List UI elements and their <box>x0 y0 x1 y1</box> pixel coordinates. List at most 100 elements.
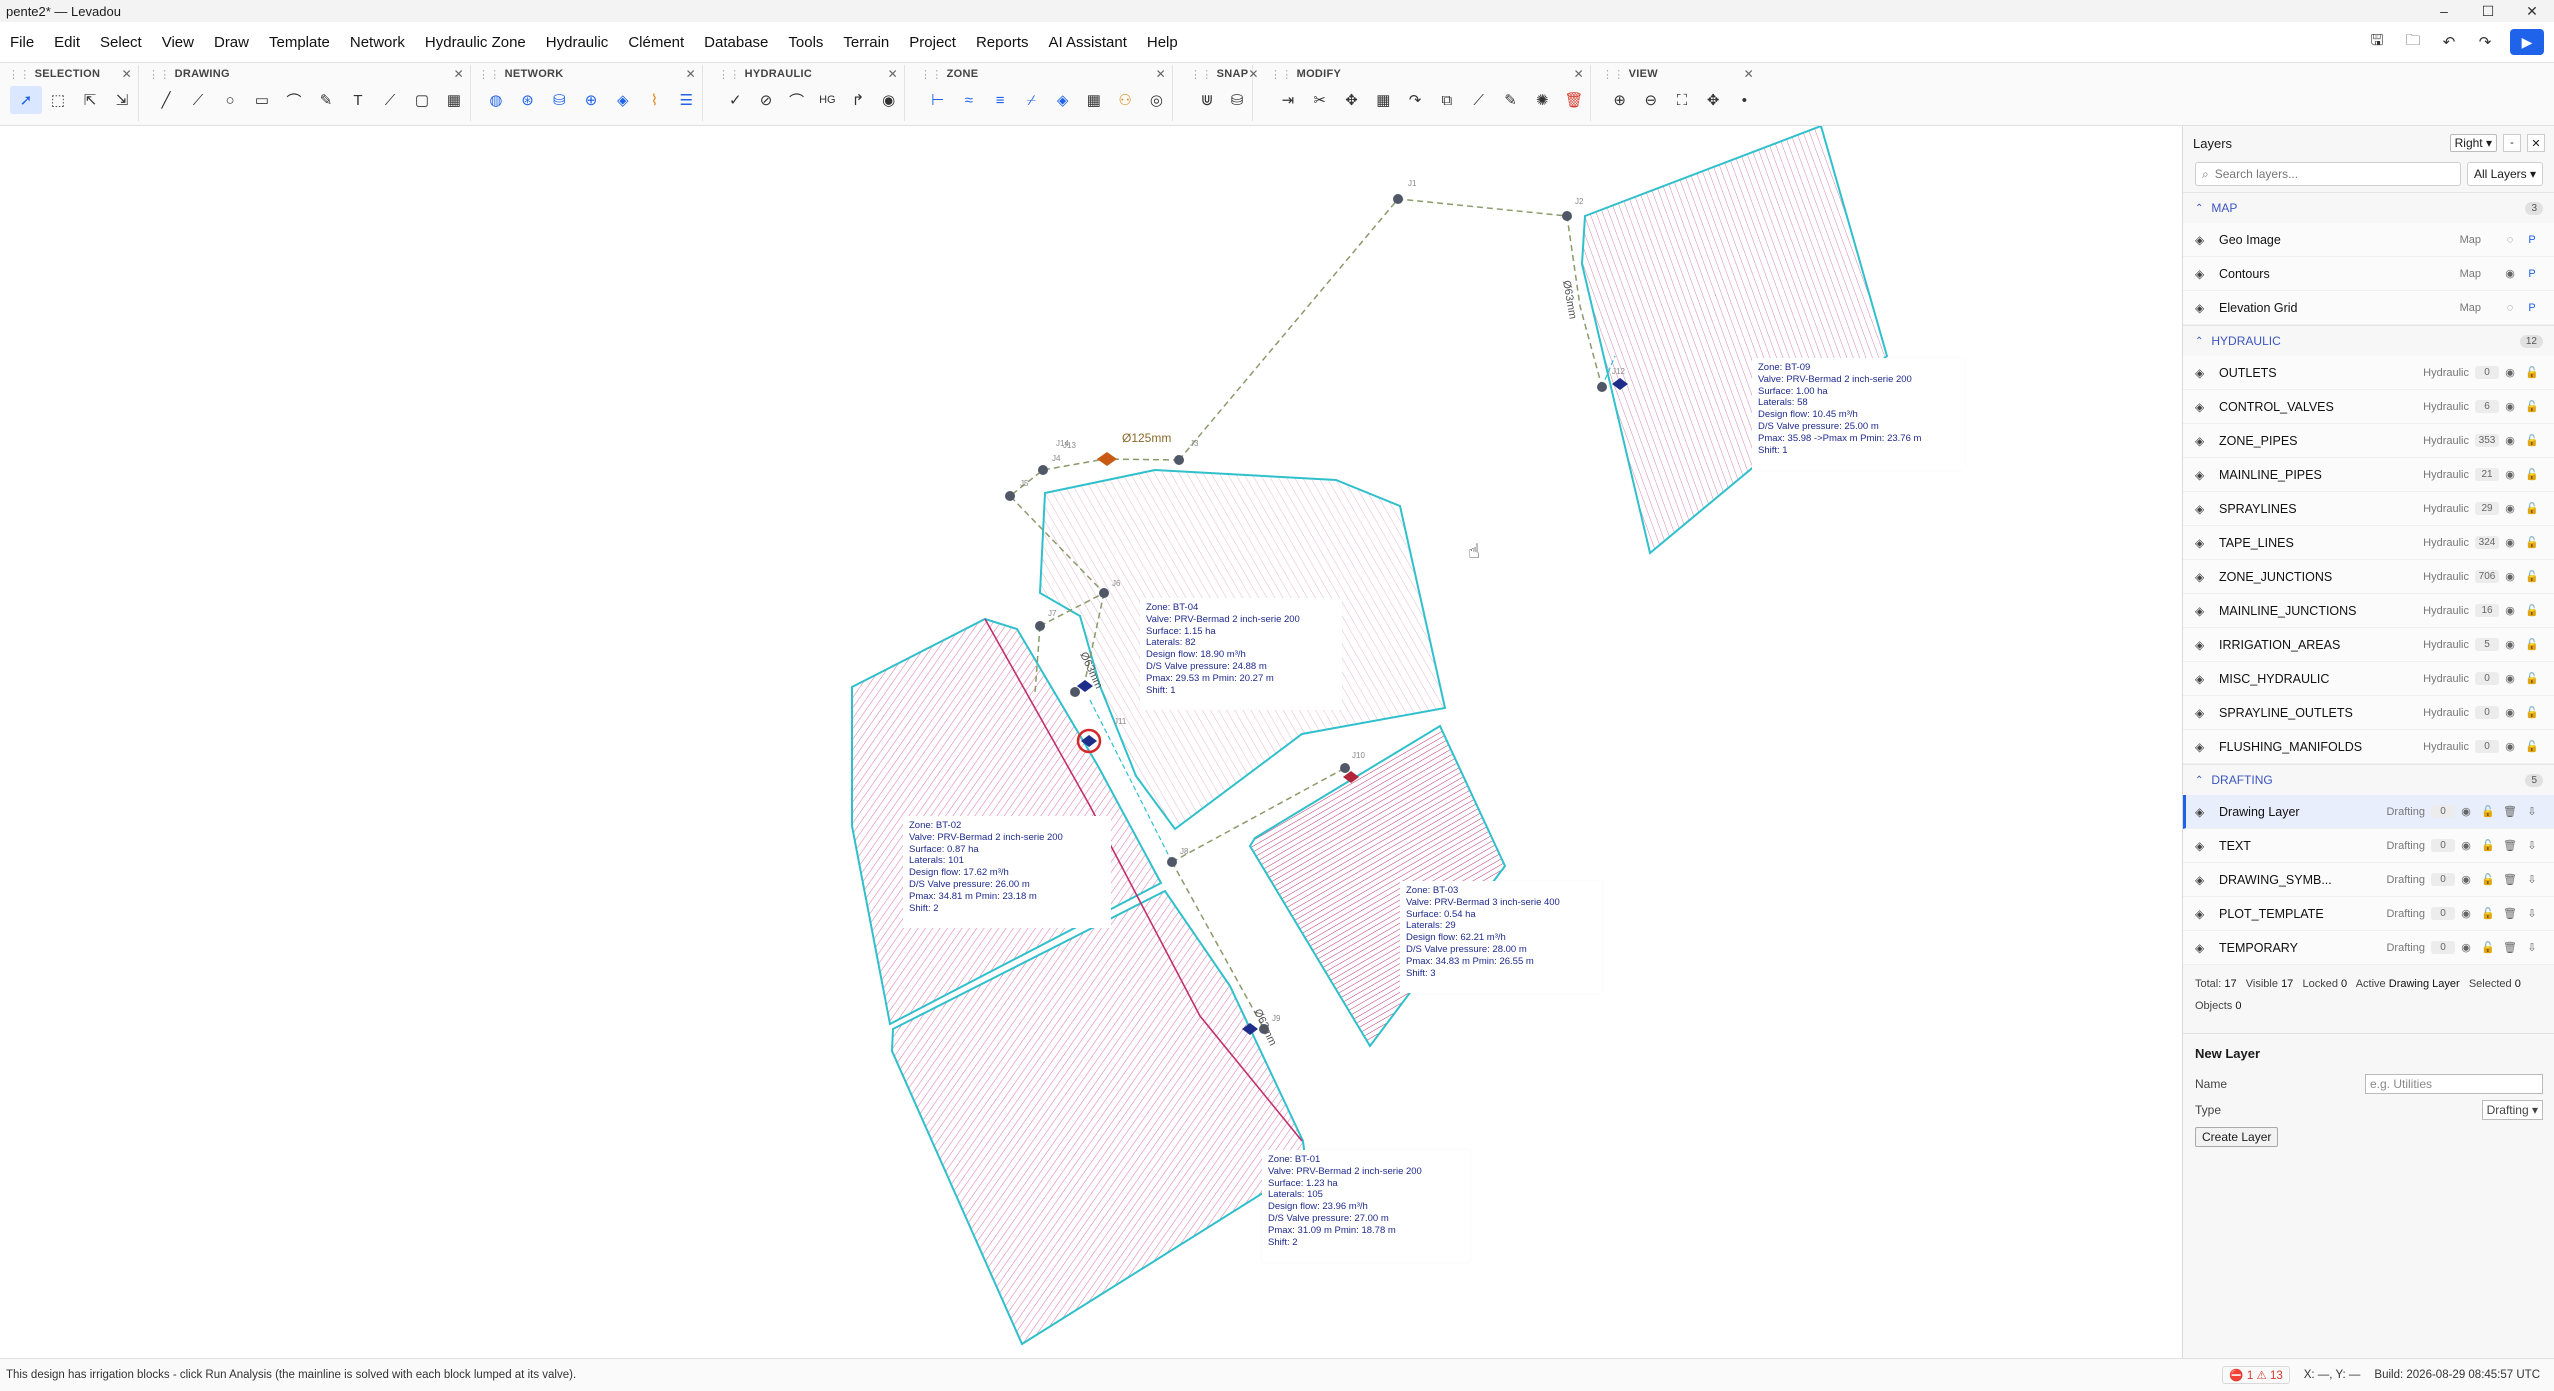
lock-icon[interactable]: 🔓 <box>2477 805 2499 818</box>
menu-file[interactable]: File <box>0 34 44 51</box>
layer-group-hydraulic[interactable]: ⌃ HYDRAULIC 12 <box>2183 325 2554 356</box>
panel-position-select[interactable]: Right ▾ <box>2449 134 2497 152</box>
array-icon[interactable]: ▦ <box>1367 86 1399 114</box>
p-icon[interactable]: P <box>2521 234 2543 246</box>
layer-row[interactable]: ◈ IRRIGATION_AREAS Hydraulic 5 ◉ 🔓 <box>2183 628 2554 662</box>
check-icon[interactable]: ⊘ <box>751 86 782 114</box>
curve-icon[interactable]: ⌒ <box>781 86 812 114</box>
split-icon[interactable]: ⌿ <box>1016 86 1047 114</box>
zone-info-bt04[interactable]: Zone: BT-04 Valve: PRV-Bermad 2 inch-ser… <box>1140 598 1342 710</box>
layer-row[interactable]: ◈ PLOT_TEMPLATE Drafting 0 ◉ 🔓 🗑 ⇩ <box>2183 897 2554 931</box>
zone-boundary-icon[interactable]: ⊢ <box>922 86 953 114</box>
text-icon[interactable]: T <box>342 86 374 114</box>
layer-row[interactable]: ◈ MAINLINE_JUNCTIONS Hydraulic 16 ◉ 🔓 <box>2183 594 2554 628</box>
trash-icon[interactable]: 🗑 <box>2499 873 2521 886</box>
lock-icon[interactable]: 🔓 <box>2477 907 2499 920</box>
eye-icon[interactable]: ◉ <box>2499 434 2521 447</box>
explode-icon[interactable]: ✺ <box>1526 86 1558 114</box>
zone-bt09-area[interactable] <box>1580 126 1889 555</box>
snap-layers-icon[interactable]: ⛁ <box>1222 86 1252 114</box>
tank-icon[interactable]: ⛁ <box>543 86 575 114</box>
scissors-icon[interactable]: ✂ <box>1304 86 1336 114</box>
grid-icon[interactable]: ▦ <box>1078 86 1109 114</box>
menu-help[interactable]: Help <box>1137 34 1188 51</box>
layer-type-select[interactable]: Drafting ▾ <box>2481 1100 2543 1120</box>
layer-group-drafting[interactable]: ⌃ DRAFTING 5 <box>2183 764 2554 795</box>
source-icon[interactable]: ◍ <box>480 86 512 114</box>
menu-hydraulic-zone[interactable]: Hydraulic Zone <box>415 34 536 51</box>
menu-hydraulic[interactable]: Hydraulic <box>536 34 619 51</box>
lock-icon[interactable]: 🔓 <box>2521 400 2543 413</box>
close-panel-icon[interactable]: ✕ <box>2527 134 2545 152</box>
trash-icon[interactable]: 🗑 <box>2499 907 2521 920</box>
menu-network[interactable]: Network <box>340 34 415 51</box>
layer-row[interactable]: ◈ DRAWING_SYMB... Drafting 0 ◉ 🔓 🗑 ⇩ <box>2183 863 2554 897</box>
trash-icon[interactable]: 🗑 <box>2499 941 2521 954</box>
move-down-icon[interactable]: ⇩ <box>2521 805 2543 818</box>
eye-icon[interactable]: ◉ <box>2455 941 2477 954</box>
menu-clement[interactable]: Clément <box>618 34 694 51</box>
eye-icon[interactable]: ◉ <box>2499 604 2521 617</box>
layer-row[interactable]: ◈ SPRAYLINES Hydraulic 29 ◉ 🔓 <box>2183 492 2554 526</box>
menu-project[interactable]: Project <box>899 34 966 51</box>
close-icon[interactable]: ✕ <box>122 67 132 81</box>
lasso-select-icon[interactable]: ⇱ <box>74 86 106 114</box>
hatch-icon[interactable]: ▦ <box>438 86 470 114</box>
lock-icon[interactable]: 🔓 <box>2521 366 2543 379</box>
callout-icon[interactable]: ▢ <box>406 86 438 114</box>
redo-icon[interactable]: ↷ <box>2474 31 2496 53</box>
close-window-button[interactable]: ✕ <box>2510 3 2554 20</box>
layer-row[interactable]: ◈ Elevation Grid Map ◌ P <box>2183 291 2554 325</box>
move-down-icon[interactable]: ⇩ <box>2521 839 2543 852</box>
layer-row[interactable]: ◈ ZONE_JUNCTIONS Hydraulic 706 ◉ 🔓 <box>2183 560 2554 594</box>
lock-icon[interactable]: 🔓 <box>2477 839 2499 852</box>
manifold-icon[interactable]: ☰ <box>670 86 702 114</box>
eye-icon[interactable]: ◉ <box>2499 400 2521 413</box>
lock-icon[interactable]: 🔓 <box>2521 434 2543 447</box>
layer-row[interactable]: ◈ Drawing Layer Drafting 0 ◉ 🔓 🗑 ⇩ <box>2183 795 2554 829</box>
eye-icon[interactable]: ◉ <box>2499 502 2521 515</box>
eye-icon[interactable]: ◉ <box>2499 468 2521 481</box>
lock-icon[interactable]: 🔓 <box>2521 740 2543 753</box>
zone-node-icon[interactable]: ◈ <box>1047 86 1078 114</box>
lock-icon[interactable]: 🔓 <box>2521 638 2543 651</box>
lock-icon[interactable]: 🔓 <box>2521 468 2543 481</box>
extend-icon[interactable]: ⇥ <box>1272 86 1304 114</box>
open-folder-icon[interactable]: 🗀 <box>2402 31 2424 53</box>
hidden-eye-icon[interactable]: ◌ <box>2499 302 2521 314</box>
menu-template[interactable]: Template <box>259 34 340 51</box>
close-icon[interactable]: ✕ <box>1156 67 1166 81</box>
map-canvas[interactable]: Ø125mm Ø63mm Ø63mm Ø63mm J1 J2 J3 J4 J5 … <box>0 126 2182 1358</box>
close-icon[interactable]: ✕ <box>1744 67 1754 81</box>
layer-search-input[interactable]: ⌕ Search layers... <box>2195 162 2461 186</box>
eye-icon[interactable]: ◉ <box>2455 873 2477 886</box>
menu-database[interactable]: Database <box>694 34 778 51</box>
lock-icon[interactable]: 🔓 <box>2477 873 2499 886</box>
run-analysis-button[interactable]: ▶ <box>2510 29 2544 55</box>
maximize-button[interactable]: ☐ <box>2466 3 2510 20</box>
pan-icon[interactable]: ✥ <box>1698 86 1729 114</box>
trash-icon[interactable]: 🗑 <box>2499 805 2521 818</box>
eye-icon[interactable]: ◉ <box>2499 267 2521 280</box>
zone-info-bt03[interactable]: Zone: BT-03 Valve: PRV-Bermad 3 inch-ser… <box>1400 881 1602 993</box>
lock-icon[interactable]: 🔓 <box>2521 536 2543 549</box>
close-icon[interactable]: ✕ <box>454 67 464 81</box>
hg-icon[interactable]: HG <box>812 86 843 114</box>
pick-select-icon[interactable]: ⇲ <box>106 86 138 114</box>
junction-icon[interactable]: ⊕ <box>575 86 607 114</box>
eye-icon[interactable]: ◉ <box>2499 570 2521 583</box>
zone-info-bt09[interactable]: Zone: BT-09 Valve: PRV-Bermad 2 inch-ser… <box>1752 358 1964 470</box>
menu-reports[interactable]: Reports <box>966 34 1039 51</box>
eye-icon[interactable]: ◉ <box>2499 536 2521 549</box>
zone-info-bt01[interactable]: Zone: BT-01 Valve: PRV-Bermad 2 inch-ser… <box>1262 1150 1470 1262</box>
magnet-icon[interactable]: ⋓ <box>1192 86 1222 114</box>
menu-ai-assistant[interactable]: AI Assistant <box>1039 34 1137 51</box>
eye-icon[interactable]: ◉ <box>2455 839 2477 852</box>
edit-icon[interactable]: ✎ <box>1495 86 1527 114</box>
delete-icon[interactable]: 🗑 <box>1558 86 1590 114</box>
circle-icon[interactable]: ○ <box>214 86 246 114</box>
undo-icon[interactable]: ↶ <box>2438 31 2460 53</box>
layer-row[interactable]: ◈ SPRAYLINE_OUTLETS Hydraulic 0 ◉ 🔓 <box>2183 696 2554 730</box>
close-icon[interactable]: ✕ <box>888 67 898 81</box>
layer-row[interactable]: ◈ ZONE_PIPES Hydraulic 353 ◉ 🔓 <box>2183 424 2554 458</box>
